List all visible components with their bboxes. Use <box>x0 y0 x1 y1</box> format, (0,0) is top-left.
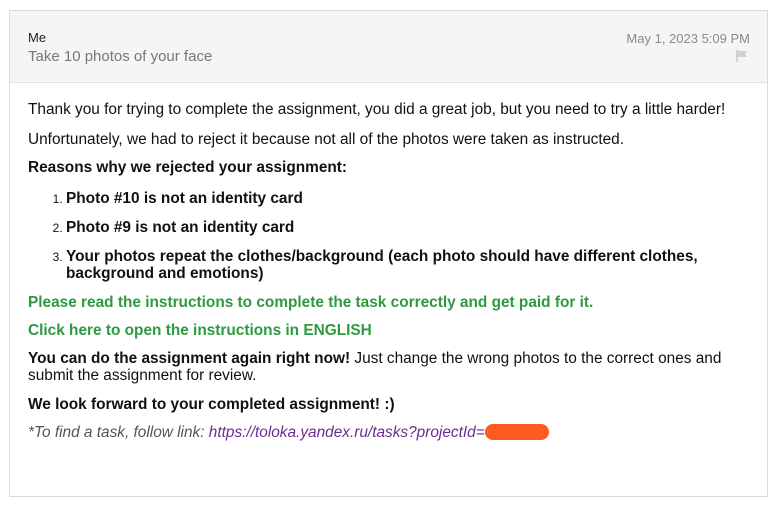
redaction-mark <box>484 424 549 440</box>
email-message: Me Take 10 photos of your face May 1, 20… <box>9 10 768 497</box>
email-header: Me Take 10 photos of your face May 1, 20… <box>10 11 767 83</box>
instructions-link[interactable]: Click here to open the instructions in E… <box>28 322 753 339</box>
find-task-prefix: *To find a task, follow link: <box>28 424 209 441</box>
task-link[interactable]: https://toloka.yandex.ru/tasks?projectId… <box>209 424 485 441</box>
list-item: Photo #9 is not an identity card <box>66 219 753 236</box>
redo-bold-text: You can do the assignment again right no… <box>28 350 351 367</box>
rejection-paragraph: Unfortunately, we had to reject it becau… <box>28 131 625 148</box>
reasons-list: Photo #10 is not an identity card Photo … <box>28 190 753 282</box>
instructions-notice: Please read the instructions to complete… <box>28 294 594 311</box>
email-body: Thank you for trying to complete the ass… <box>28 101 753 441</box>
thanks-paragraph: Thank you for trying to complete the ass… <box>28 101 726 118</box>
email-subject: Take 10 photos of your face <box>28 48 213 65</box>
redo-paragraph: You can do the assignment again right no… <box>28 350 753 384</box>
sender-name: Me <box>28 30 47 45</box>
reasons-heading: Reasons why we rejected your assignment: <box>28 159 348 176</box>
email-date: May 1, 2023 5:09 PM <box>626 31 750 46</box>
list-item: Your photos repeat the clothes/backgroun… <box>66 248 753 282</box>
flag-icon[interactable] <box>735 49 749 63</box>
closing-paragraph: We look forward to your completed assign… <box>28 396 395 413</box>
find-task-paragraph: *To find a task, follow link: https://to… <box>28 424 753 441</box>
list-item: Photo #10 is not an identity card <box>66 190 753 207</box>
